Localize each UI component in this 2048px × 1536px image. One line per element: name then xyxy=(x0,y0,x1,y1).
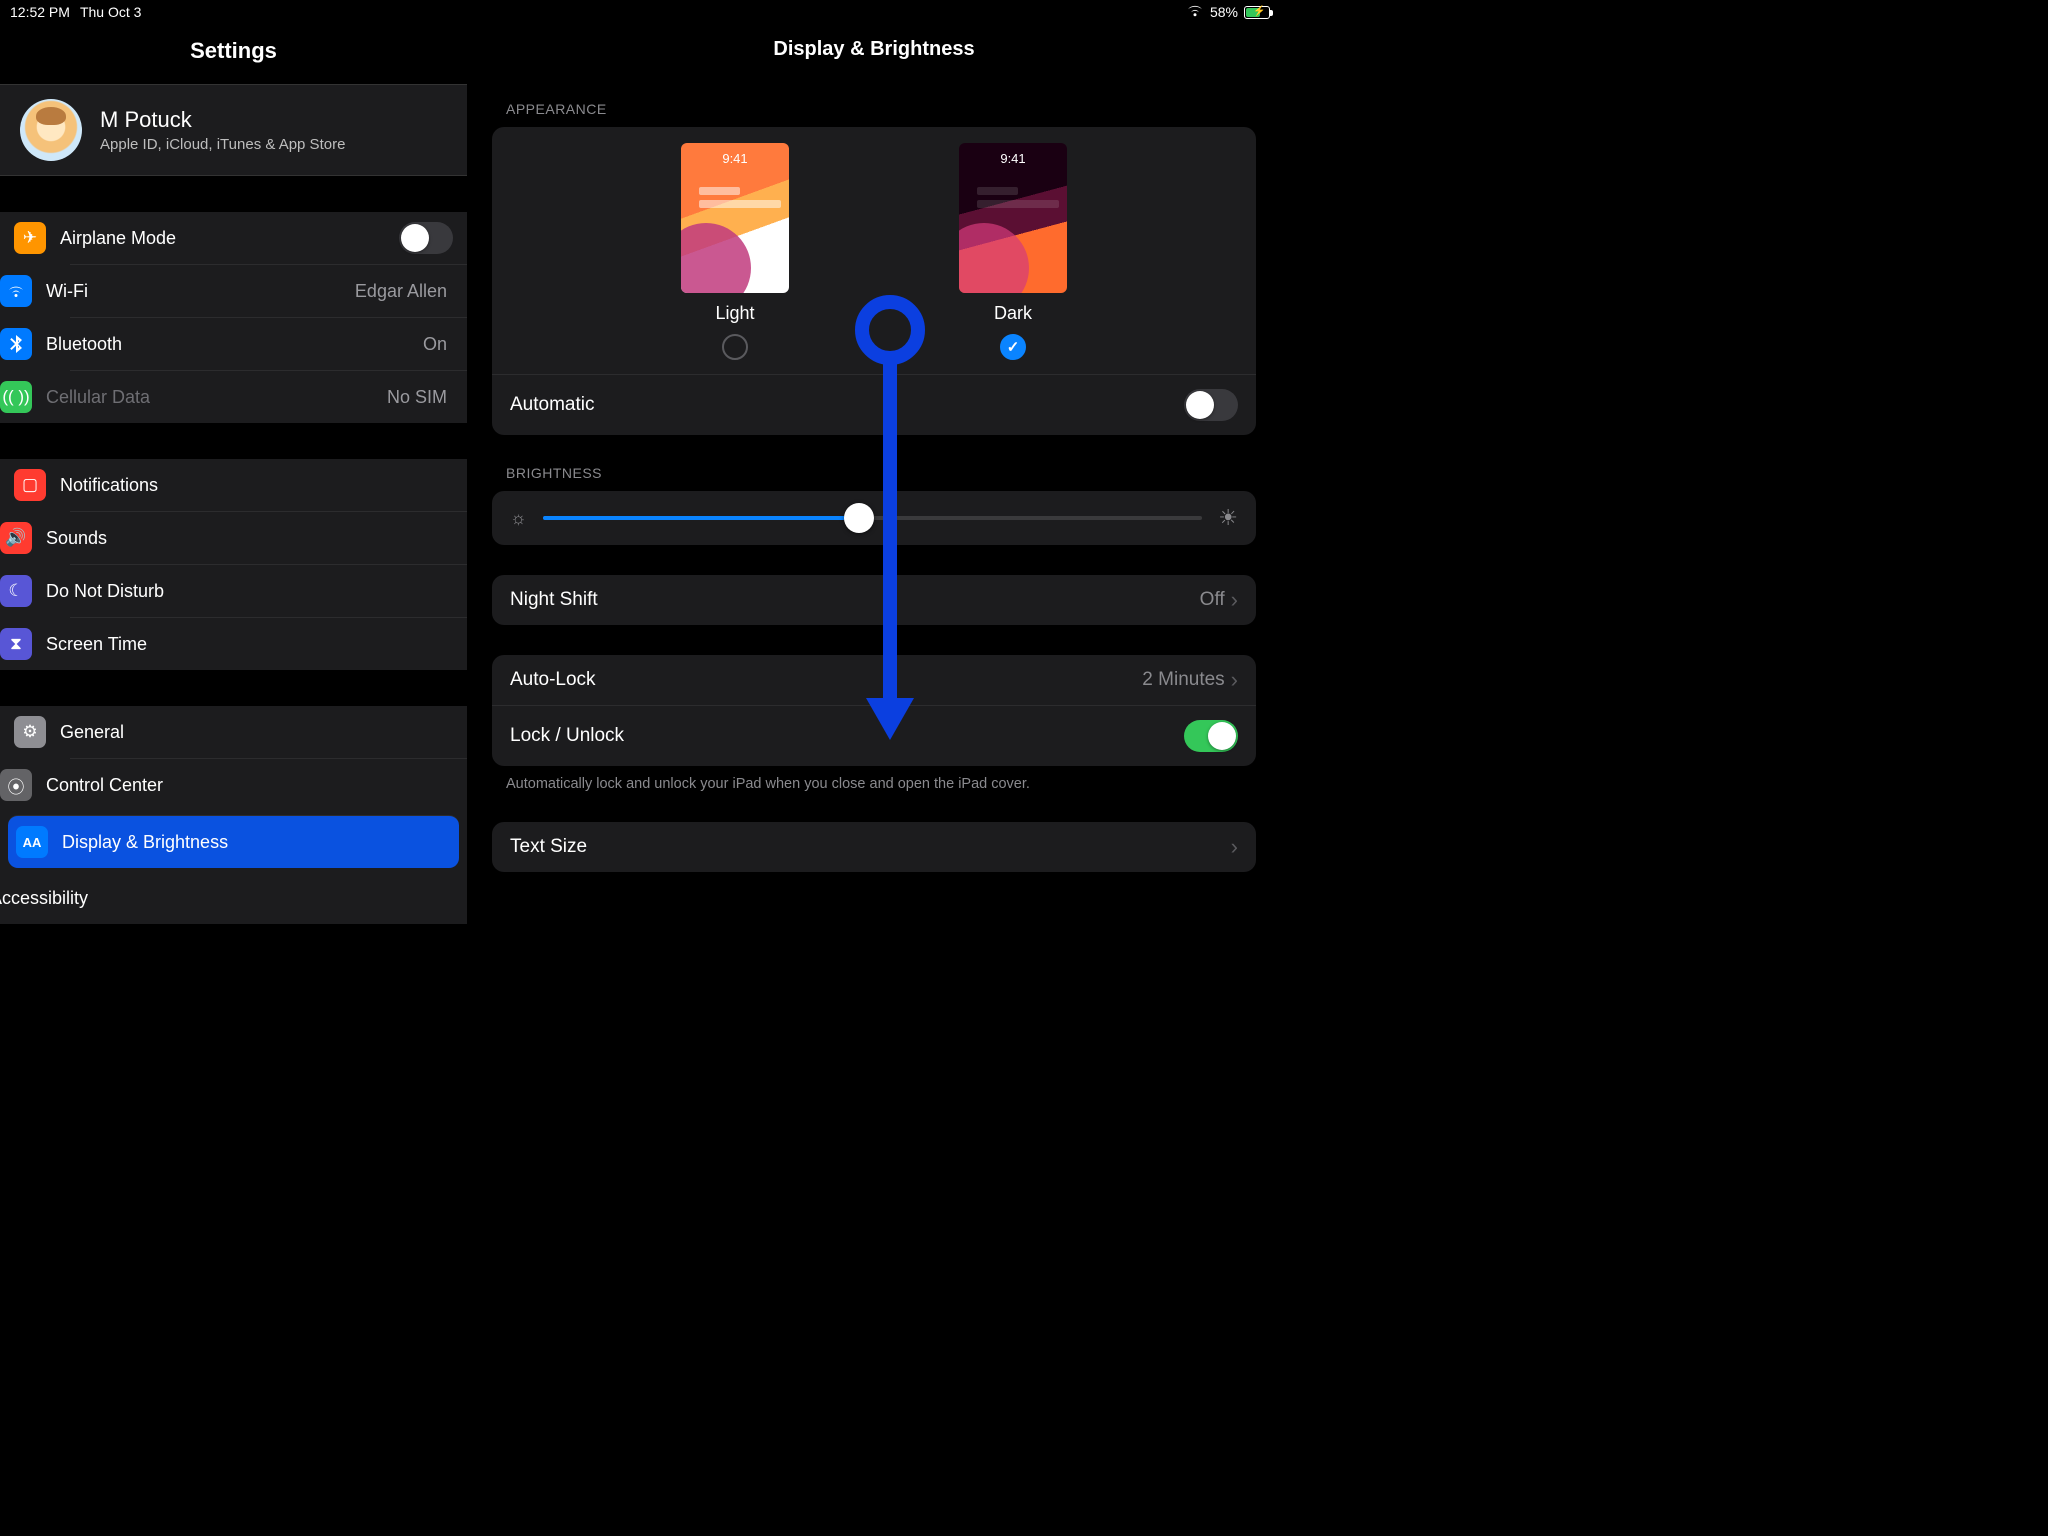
settings-sidebar: Settings M Potuck Apple ID, iCloud, iTun… xyxy=(0,24,468,960)
status-time: 12:52 PM xyxy=(10,4,70,20)
lockunlock-toggle[interactable] xyxy=(1184,720,1238,752)
textsize-card: Text Size › xyxy=(492,822,1256,872)
sidebar-item-controlcenter[interactable]: ⦿ Control Center xyxy=(70,758,467,811)
automatic-row[interactable]: Automatic xyxy=(492,374,1256,435)
detail-pane: Display & Brightness Appearance 9:41 Lig… xyxy=(468,24,1280,960)
label: Accessibility xyxy=(0,888,88,909)
sidebar-item-accessibility[interactable]: ⊙ Accessibility xyxy=(0,872,467,924)
label: Screen Time xyxy=(46,634,147,655)
label: Automatic xyxy=(510,394,594,416)
brightness-card: ☼ ☀ xyxy=(492,491,1256,545)
battery-icon: ⚡ xyxy=(1244,6,1270,19)
sliders-icon: ⦿ xyxy=(0,769,32,801)
label: Control Center xyxy=(46,775,163,796)
sidebar-item-bluetooth[interactable]: Bluetooth On xyxy=(70,317,467,370)
dark-radio[interactable] xyxy=(1000,334,1026,360)
status-bar: 12:52 PM Thu Oct 3 58% ⚡ xyxy=(0,0,1280,24)
sun-dim-icon: ☼ xyxy=(510,508,527,529)
label: Night Shift xyxy=(510,589,598,611)
bluetooth-icon xyxy=(0,328,32,360)
airplane-toggle[interactable] xyxy=(399,222,453,254)
gear-icon: ⚙ xyxy=(14,716,46,748)
status-date: Thu Oct 3 xyxy=(80,4,141,20)
chevron-right-icon: › xyxy=(1231,589,1238,611)
label: Airplane Mode xyxy=(60,228,176,249)
user-name: M Potuck xyxy=(100,107,345,133)
chevron-right-icon: › xyxy=(1231,669,1238,691)
sounds-icon: 🔊 xyxy=(0,522,32,554)
notifications-icon: ▢ xyxy=(14,469,46,501)
label: Wi-Fi xyxy=(46,281,88,302)
appearance-card: 9:41 Light 9:41 Dark Automatic xyxy=(492,127,1256,435)
apple-id-row[interactable]: M Potuck Apple ID, iCloud, iTunes & App … xyxy=(0,84,467,176)
sidebar-item-notifications[interactable]: ▢ Notifications xyxy=(0,459,467,511)
label: Auto-Lock xyxy=(510,669,596,691)
wifi-icon xyxy=(1186,4,1204,20)
light-radio[interactable] xyxy=(722,334,748,360)
moon-icon: ☾ xyxy=(0,575,32,607)
label: Bluetooth xyxy=(46,334,122,355)
battery-percent: 58% xyxy=(1210,4,1238,20)
sidebar-title: Settings xyxy=(0,38,467,64)
label: General xyxy=(60,722,124,743)
label: Cellular Data xyxy=(46,387,150,408)
textsize-row[interactable]: Text Size › xyxy=(492,822,1256,872)
value: 2 Minutes xyxy=(1142,669,1224,691)
display-icon: AA xyxy=(16,826,48,858)
label: Display & Brightness xyxy=(62,832,228,853)
value: On xyxy=(423,334,447,355)
light-preview: 9:41 xyxy=(681,143,789,293)
label: Notifications xyxy=(60,475,158,496)
label: Lock / Unlock xyxy=(510,725,624,747)
chevron-right-icon: › xyxy=(1231,836,1238,858)
detail-title: Display & Brightness xyxy=(492,38,1256,61)
appearance-header: Appearance xyxy=(506,101,1256,117)
appearance-light[interactable]: 9:41 Light xyxy=(681,143,789,360)
avatar xyxy=(20,99,82,161)
nightshift-card: Night Shift Off › xyxy=(492,575,1256,625)
autolock-row[interactable]: Auto-Lock 2 Minutes › xyxy=(492,655,1256,705)
nightshift-row[interactable]: Night Shift Off › xyxy=(492,575,1256,625)
automatic-toggle[interactable] xyxy=(1184,389,1238,421)
sidebar-item-sounds[interactable]: 🔊 Sounds xyxy=(70,511,467,564)
lockunlock-note: Automatically lock and unlock your iPad … xyxy=(506,776,1256,792)
label: Text Size xyxy=(510,836,587,858)
brightness-header: Brightness xyxy=(506,465,1256,481)
brightness-slider[interactable] xyxy=(543,516,1203,520)
lockunlock-row[interactable]: Lock / Unlock xyxy=(492,705,1256,766)
label: Sounds xyxy=(46,528,107,549)
dark-label: Dark xyxy=(994,303,1032,324)
dark-preview: 9:41 xyxy=(959,143,1067,293)
airplane-icon: ✈ xyxy=(14,222,46,254)
cellular-icon: (( )) xyxy=(0,381,32,413)
sidebar-item-dnd[interactable]: ☾ Do Not Disturb xyxy=(70,564,467,617)
sidebar-item-display[interactable]: AA Display & Brightness xyxy=(8,815,459,868)
sidebar-item-screentime[interactable]: ⧗ Screen Time xyxy=(70,617,467,670)
sidebar-item-airplane[interactable]: ✈ Airplane Mode xyxy=(0,212,467,264)
sun-bright-icon: ☀ xyxy=(1218,505,1238,531)
appearance-dark[interactable]: 9:41 Dark xyxy=(959,143,1067,360)
wifi-icon xyxy=(0,275,32,307)
sidebar-item-general[interactable]: ⚙ General xyxy=(0,706,467,758)
hourglass-icon: ⧗ xyxy=(0,628,32,660)
sidebar-item-cellular[interactable]: (( )) Cellular Data No SIM xyxy=(70,370,467,423)
label: Do Not Disturb xyxy=(46,581,164,602)
user-subtitle: Apple ID, iCloud, iTunes & App Store xyxy=(100,136,345,153)
light-label: Light xyxy=(715,303,754,324)
lock-card: Auto-Lock 2 Minutes › Lock / Unlock xyxy=(492,655,1256,766)
value: Off xyxy=(1200,589,1225,611)
value: No SIM xyxy=(387,387,447,408)
value: Edgar Allen xyxy=(355,281,447,302)
sidebar-item-wifi[interactable]: Wi-Fi Edgar Allen xyxy=(70,264,467,317)
